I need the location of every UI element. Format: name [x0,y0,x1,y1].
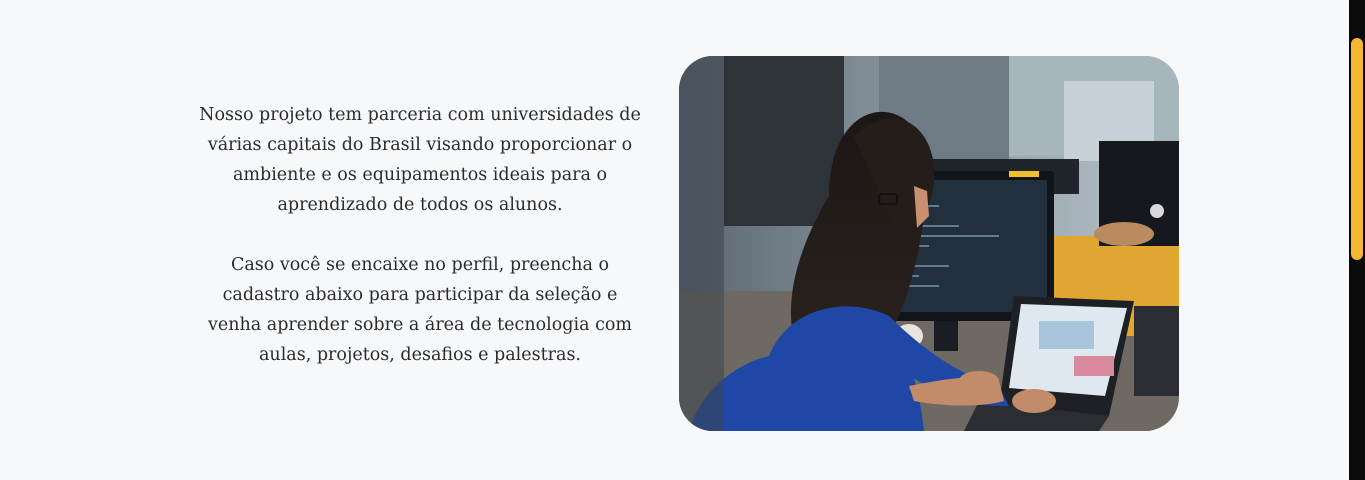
page: Nosso projeto tem parceria com universid… [0,0,1365,480]
paragraph-signup: Caso você se encaixe no perfil, preencha… [207,255,633,365]
woman-coding-photo [679,56,1179,431]
about-text-section: Nosso projeto tem parceria com universid… [195,100,645,370]
paragraph-partnership: Nosso projeto tem parceria com universid… [199,105,641,215]
scrollbar-thumb[interactable] [1351,38,1363,260]
photo-illustration [679,56,1179,431]
